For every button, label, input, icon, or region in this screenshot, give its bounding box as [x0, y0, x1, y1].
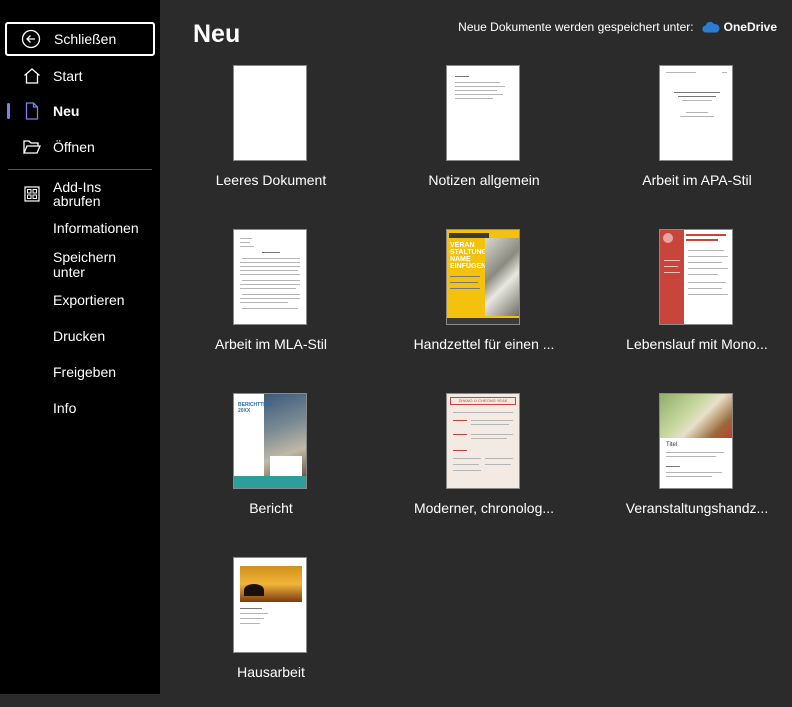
template-thumbnail: Titel	[659, 393, 733, 489]
template-label: Hausarbeit	[237, 664, 305, 680]
sidebar-item-label: Neu	[53, 103, 80, 119]
sidebar-item-label: Öffnen	[53, 139, 95, 155]
template-modern-chronological-resume[interactable]: ZHANG LI CHEONG YEAK Moderner, chronolog…	[389, 393, 579, 543]
sidebar-item-print[interactable]: Drucken	[53, 329, 105, 344]
template-thumbnail: VERAN STALTUNG NAME EINFÜGEN	[446, 229, 520, 325]
template-mla-paper[interactable]: Arbeit im MLA-Stil	[176, 229, 366, 379]
new-document-icon	[22, 101, 42, 121]
sidebar-item-export[interactable]: Exportieren	[53, 293, 125, 308]
event-thumb-title: Titel	[666, 442, 678, 448]
sidebar-item-new[interactable]: Neu	[0, 101, 160, 121]
sidebar-item-open[interactable]: Öffnen	[0, 137, 160, 157]
template-label: Lebenslauf mit Mono...	[626, 336, 768, 352]
sidebar-item-save-as[interactable]: Speichern unter	[53, 250, 133, 280]
sidebar-item-start[interactable]: Start	[0, 66, 160, 86]
save-location-note: Neue Dokumente werden gespeichert unter:…	[458, 20, 777, 34]
template-event-handout[interactable]: Titel Veranstaltungshandz...	[602, 393, 792, 543]
template-thumbnail	[659, 65, 733, 161]
report-thumb-title: BERICHTTITEL 20XX	[238, 402, 275, 414]
sidebar-item-label: Start	[53, 68, 83, 84]
template-label: Notizen allgemein	[428, 172, 540, 188]
template-term-paper[interactable]: Hausarbeit	[176, 557, 366, 707]
template-label: Moderner, chronolog...	[413, 500, 555, 516]
template-event-flyer[interactable]: VERAN STALTUNG NAME EINFÜGEN Handzettel …	[389, 229, 579, 379]
template-label: Veranstaltungshandz...	[625, 500, 769, 516]
addins-grid-icon	[22, 184, 42, 204]
template-label: Leeres Dokument	[215, 172, 327, 188]
back-arrow-icon	[21, 29, 41, 49]
folder-open-icon	[22, 137, 42, 157]
new-document-panel: Neu Neue Dokumente werden gespeichert un…	[160, 0, 792, 694]
close-button[interactable]: Schließen	[5, 22, 155, 56]
template-label: Handzettel für einen ...	[413, 336, 555, 352]
template-label: Arbeit im APA-Stil	[642, 172, 752, 188]
template-thumbnail	[233, 229, 307, 325]
sidebar-item-share[interactable]: Freigeben	[53, 365, 116, 380]
sidebar-item-info-panel[interactable]: Informationen	[53, 221, 139, 236]
resume-thumb-name: ZHANG LI CHEONG YEAK	[458, 398, 508, 403]
template-thumbnail	[233, 557, 307, 653]
template-report[interactable]: BERICHTTITEL 20XX Bericht	[176, 393, 366, 543]
template-thumbnail	[659, 229, 733, 325]
sidebar-item-label: Add-Ins abrufen	[53, 179, 102, 209]
template-mono-resume[interactable]: Lebenslauf mit Mono...	[602, 229, 792, 379]
template-label: Arbeit im MLA-Stil	[214, 336, 328, 352]
home-icon	[22, 66, 42, 86]
template-blank-document[interactable]: Leeres Dokument	[176, 65, 366, 215]
template-thumbnail: BERICHTTITEL 20XX	[233, 393, 307, 489]
template-general-notes[interactable]: Notizen allgemein	[389, 65, 579, 215]
backstage-sidebar: Schließen Start Neu Öffnen Add-Ins abruf…	[0, 0, 160, 694]
template-label: Bericht	[249, 500, 293, 516]
onedrive-label[interactable]: OneDrive	[724, 20, 777, 34]
onedrive-cloud-icon	[701, 21, 720, 33]
template-apa-paper[interactable]: Arbeit im APA-Stil	[602, 65, 792, 215]
sidebar-item-addins[interactable]: Add-Ins abrufen	[0, 180, 160, 210]
template-thumbnail	[446, 65, 520, 161]
template-thumbnail	[233, 65, 307, 161]
page-title: Neu	[193, 20, 241, 48]
save-note-text: Neue Dokumente werden gespeichert unter:	[458, 20, 694, 34]
sidebar-divider	[8, 169, 152, 170]
close-label: Schließen	[54, 31, 117, 47]
sidebar-item-about[interactable]: Info	[53, 401, 76, 416]
template-thumbnail: ZHANG LI CHEONG YEAK	[446, 393, 520, 489]
flyer-title: VERAN STALTUNG NAME EINFÜGEN	[450, 242, 488, 270]
